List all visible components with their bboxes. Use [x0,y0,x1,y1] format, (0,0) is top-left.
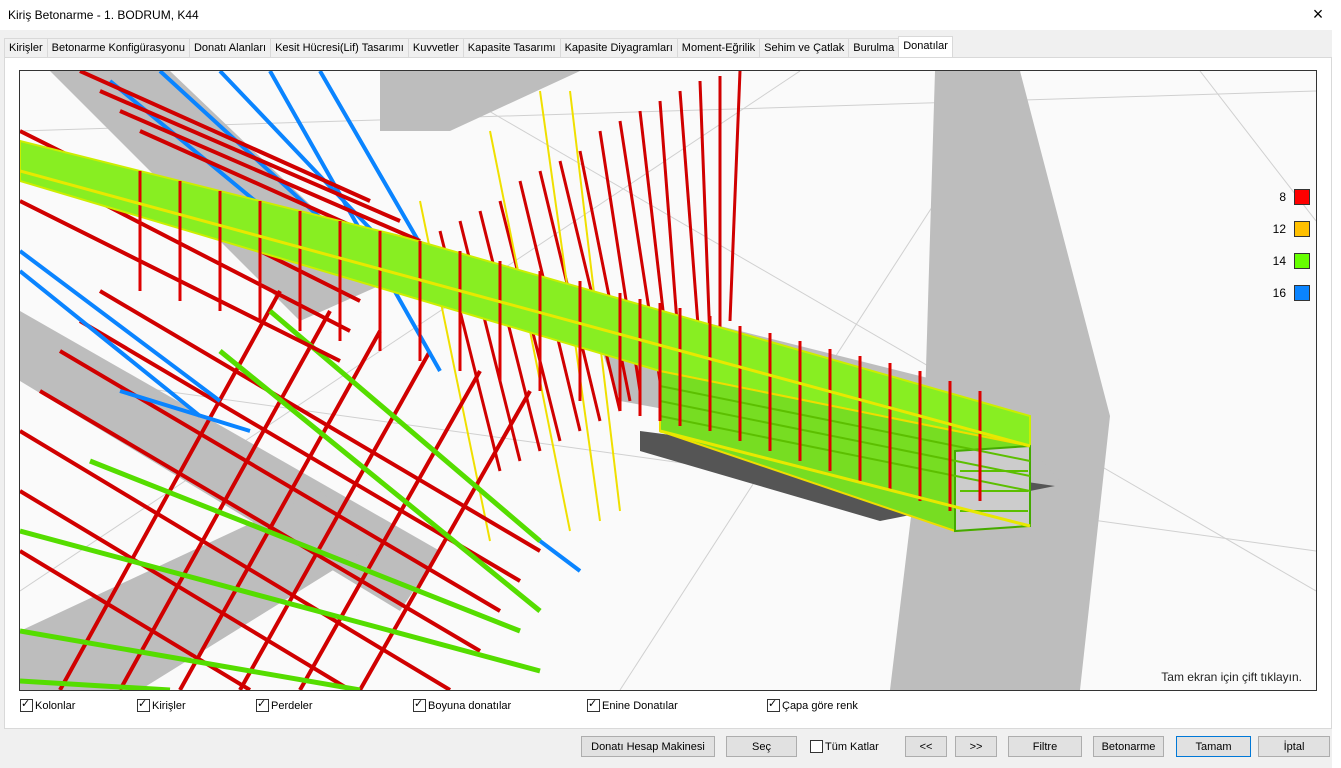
checkbox-boyuna-donatilar[interactable]: Boyuna donatılar [413,697,512,712]
legend-label: 12 [1272,222,1286,236]
legend-swatch [1294,253,1310,269]
checkbox-label: Tüm Katlar [825,740,879,753]
fullscreen-hint: Tam ekran için çift tıklayın. [1161,670,1302,684]
rebar-calculator-button[interactable]: Donatı Hesap Makinesi [581,736,715,757]
checkbox-perdeler[interactable]: Perdeler [256,697,313,712]
checkbox-label: Enine Donatılar [602,699,678,712]
legend-item: 12 [1273,221,1310,237]
checkbox-capa-gore-renk[interactable]: Çapa göre renk [767,697,858,712]
tab-moment-egrilik[interactable]: Moment-Eğrilik [676,38,761,57]
tab-donati-alanlari[interactable]: Donatı Alanları [188,38,272,57]
tab-sehim-ve-catlak[interactable]: Sehim ve Çatlak [759,38,850,57]
legend-item: 14 [1273,253,1310,269]
checkbox-label: Çapa göre renk [782,699,858,712]
select-button[interactable]: Seç [726,736,797,757]
rebar-scene [20,71,1316,690]
legend-swatch [1294,189,1310,205]
checkbox-icon[interactable] [587,697,600,712]
legend-label: 8 [1279,190,1286,204]
tab-burulma[interactable]: Burulma [848,38,900,57]
display-options: Kolonlar Kirişler Perdeler Boyuna donatı… [20,697,1320,715]
checkbox-icon[interactable] [413,697,426,712]
tab-donatilar[interactable]: Donatılar [898,36,953,57]
title-bar: Kiriş Betonarme - 1. BODRUM, K44 × [0,0,1341,30]
tab-kuvvetler[interactable]: Kuvvetler [407,38,464,57]
tab-strip: Kirişler Betonarme Konfigürasyonu Donatı… [4,36,953,58]
legend-swatch [1294,221,1310,237]
window-edge [1332,30,1341,768]
checkbox-icon[interactable] [767,697,780,712]
previous-button[interactable]: << [905,736,947,757]
ok-button[interactable]: Tamam [1176,736,1251,757]
checkbox-icon[interactable] [20,697,33,712]
tab-kirisler[interactable]: Kirişler [4,38,48,57]
legend-label: 16 [1272,286,1286,300]
filter-button[interactable]: Filtre [1008,736,1082,757]
tab-kesit-hucresi[interactable]: Kesit Hücresi(Lif) Tasarımı [270,38,409,57]
checkbox-icon[interactable] [810,740,823,753]
checkbox-enine-donatilar[interactable]: Enine Donatılar [587,697,678,712]
3d-rebar-viewport[interactable]: 8 12 14 16 Tam ekran için çift tıklayın. [19,70,1317,691]
tab-betonarme-konfigurasyonu[interactable]: Betonarme Konfigürasyonu [46,38,190,57]
legend-swatch [1294,285,1310,301]
legend-label: 14 [1272,254,1286,268]
checkbox-label: Kolonlar [35,699,76,712]
concrete-button[interactable]: Betonarme [1093,736,1164,757]
next-button[interactable]: >> [955,736,997,757]
checkbox-tum-katlar[interactable]: Tüm Katlar [810,740,879,753]
close-icon[interactable]: × [1295,0,1341,30]
checkbox-label: Boyuna donatılar [428,699,512,712]
checkbox-icon[interactable] [137,697,150,712]
window-title: Kiriş Betonarme - 1. BODRUM, K44 [8,8,199,22]
bar-diameter-legend: 8 12 14 16 [1273,189,1310,317]
checkbox-icon[interactable] [256,697,269,712]
legend-item: 16 [1273,285,1310,301]
tab-kapasite-tasarimi[interactable]: Kapasite Tasarımı [462,38,561,57]
checkbox-kirisler[interactable]: Kirişler [137,697,186,712]
checkbox-label: Perdeler [271,699,313,712]
cancel-button[interactable]: İptal [1258,736,1330,757]
checkbox-kolonlar[interactable]: Kolonlar [20,697,76,712]
tab-kapasite-diyagramlari[interactable]: Kapasite Diyagramları [559,38,678,57]
legend-item: 8 [1273,189,1310,205]
checkbox-label: Kirişler [152,699,186,712]
